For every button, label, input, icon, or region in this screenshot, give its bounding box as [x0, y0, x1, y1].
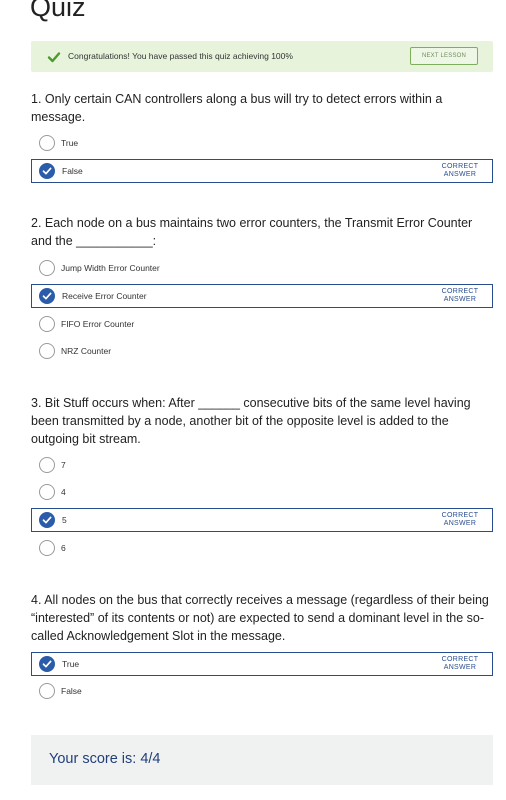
- answer-option[interactable]: 4: [31, 481, 493, 505]
- page-title: Quiz: [30, 0, 86, 22]
- correct-answer-badge: CORRECT ANSWER: [441, 163, 479, 178]
- radio-button[interactable]: [39, 540, 55, 556]
- option-label: NRZ Counter: [61, 346, 112, 356]
- option-label: FIFO Error Counter: [61, 319, 135, 329]
- answer-option[interactable]: FIFO Error Counter: [31, 313, 493, 337]
- radio-button[interactable]: [39, 457, 55, 473]
- answer-option[interactable]: True: [31, 132, 493, 156]
- score-panel: Your score is: 4/4: [31, 735, 493, 785]
- radio-button[interactable]: [39, 683, 55, 699]
- answer-option-selected[interactable]: False CORRECT ANSWER: [31, 159, 493, 183]
- answer-option-selected[interactable]: Receive Error Counter CORRECT ANSWER: [31, 284, 493, 308]
- answer-option-selected[interactable]: 5 CORRECT ANSWER: [31, 508, 493, 532]
- answer-option[interactable]: 7: [31, 454, 493, 478]
- option-label: 4: [61, 487, 66, 497]
- success-banner: Congratulations! You have passed this qu…: [31, 41, 493, 72]
- radio-button[interactable]: [39, 343, 55, 359]
- radio-checked-icon[interactable]: [39, 656, 55, 672]
- option-label: False: [62, 166, 83, 176]
- answer-option-selected[interactable]: True CORRECT ANSWER: [31, 652, 493, 676]
- option-label: True: [62, 659, 80, 669]
- answer-option[interactable]: NRZ Counter: [31, 340, 493, 364]
- radio-checked-icon[interactable]: [39, 163, 55, 179]
- question-text: 2. Each node on a bus maintains two erro…: [31, 216, 473, 248]
- option-label: 7: [61, 460, 66, 470]
- option-label: Receive Error Counter: [62, 291, 147, 301]
- option-label: 6: [61, 543, 66, 553]
- radio-button[interactable]: [39, 316, 55, 332]
- next-lesson-button[interactable]: NEXT LESSON: [410, 47, 478, 65]
- radio-button[interactable]: [39, 484, 55, 500]
- correct-answer-badge: CORRECT ANSWER: [441, 512, 479, 527]
- option-label: Jump Width Error Counter: [61, 263, 160, 273]
- question-text: 4. All nodes on the bus that correctly r…: [31, 593, 489, 643]
- radio-button[interactable]: [39, 135, 55, 151]
- radio-button[interactable]: [39, 260, 55, 276]
- answer-option[interactable]: 6: [31, 537, 493, 561]
- correct-answer-badge: CORRECT ANSWER: [441, 656, 479, 671]
- correct-answer-badge: CORRECT ANSWER: [441, 288, 479, 303]
- option-label: True: [61, 138, 79, 148]
- answer-option[interactable]: Jump Width Error Counter: [31, 257, 493, 281]
- success-message: Congratulations! You have passed this qu…: [68, 51, 293, 61]
- score-text: Your score is: 4/4: [49, 751, 161, 767]
- option-label: 5: [62, 515, 67, 525]
- option-label: False: [61, 686, 82, 696]
- checkmark-icon: [47, 52, 61, 63]
- radio-checked-icon[interactable]: [39, 512, 55, 528]
- answer-option[interactable]: False: [31, 680, 493, 704]
- question-text: 3. Bit Stuff occurs when: After ______ c…: [31, 396, 471, 446]
- radio-checked-icon[interactable]: [39, 288, 55, 304]
- question-text: 1. Only certain CAN controllers along a …: [31, 92, 443, 124]
